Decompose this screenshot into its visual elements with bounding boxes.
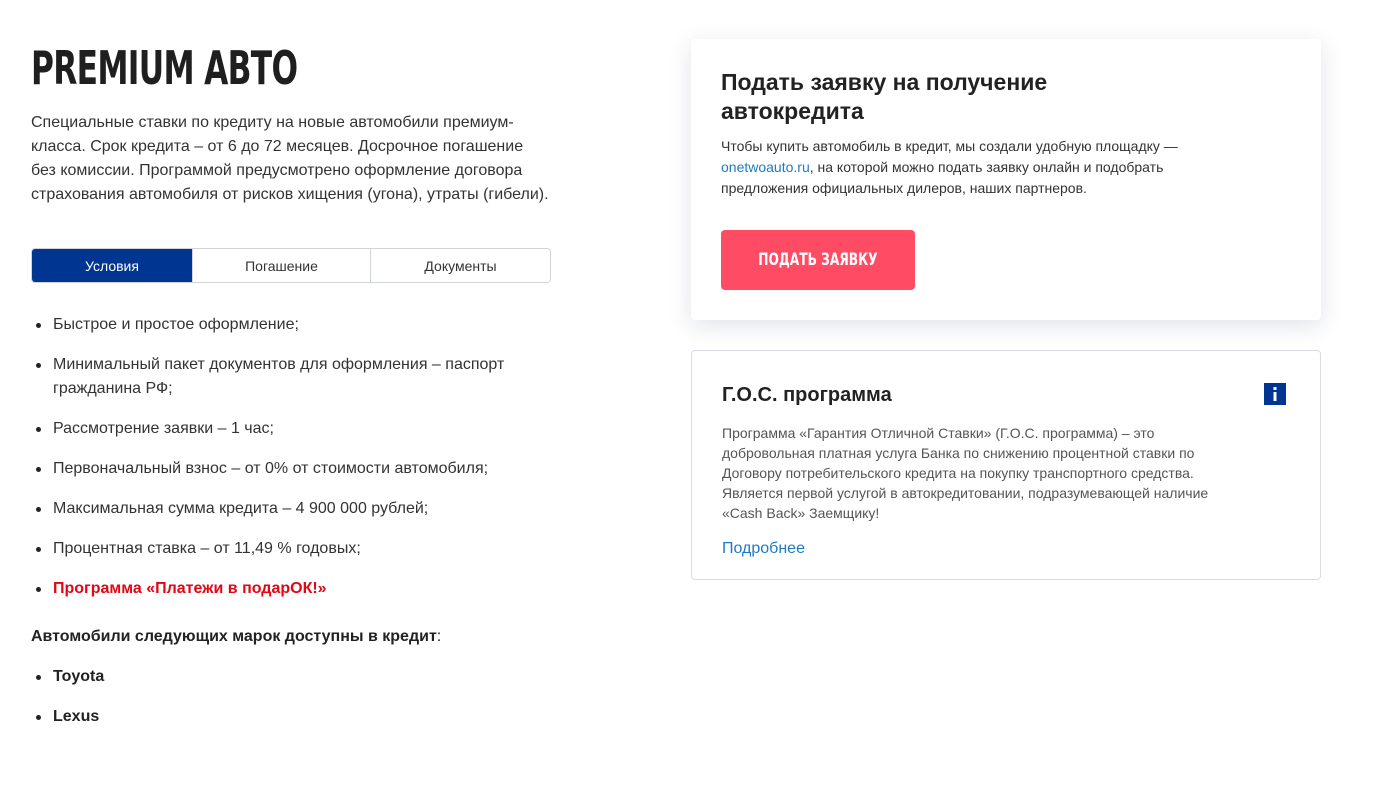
gos-card-title: Г.О.С. программа bbox=[722, 384, 892, 406]
list-item: Быстрое и простое оформление; bbox=[31, 313, 551, 337]
tab-conditions[interactable]: Условия bbox=[32, 249, 193, 282]
brands-heading: Автомобили следующих марок доступны в кр… bbox=[31, 625, 551, 649]
product-intro: Специальные ставки по кредиту на новые а… bbox=[31, 114, 549, 203]
info-icon[interactable] bbox=[1264, 383, 1286, 405]
info-icon-glyph bbox=[1273, 387, 1277, 401]
apply-text-before: Чтобы купить автомобиль в кредит, мы соз… bbox=[721, 138, 1178, 154]
list-item: Процентная ставка – от 11,49 % годовых; bbox=[31, 537, 551, 561]
apply-button[interactable]: ПОДАТЬ ЗАЯВКУ bbox=[721, 230, 915, 290]
list-item: Первоначальный взнос – от 0% от стоимост… bbox=[31, 457, 551, 481]
gos-card-description: Программа «Гарантия Отличной Ставки» (Г.… bbox=[722, 425, 1209, 521]
brand-item-toyota: Toyota bbox=[31, 665, 551, 689]
onetwoauto-link[interactable]: onetwoauto.ru bbox=[721, 159, 810, 175]
apply-card: Подать заявку на получение автокредита Ч… bbox=[691, 39, 1321, 320]
apply-button-label: ПОДАТЬ ЗАЯВКУ bbox=[758, 250, 878, 270]
more-link[interactable]: Подробнее bbox=[722, 538, 805, 560]
list-item: Рассмотрение заявки – 1 час; bbox=[31, 417, 551, 441]
list-item: Минимальный пакет документов для оформле… bbox=[31, 353, 551, 401]
tabs-bar: Условия Погашение Документы bbox=[31, 248, 551, 283]
gos-program-card: Г.О.С. программа Программа «Гарантия Отл… bbox=[691, 350, 1321, 580]
brand-item-lexus: Lexus bbox=[31, 705, 551, 729]
list-item: Максимальная сумма кредита – 4 900 000 р… bbox=[31, 497, 551, 521]
apply-card-description: Чтобы купить автомобиль в кредит, мы соз… bbox=[721, 136, 1191, 199]
tab-documents[interactable]: Документы bbox=[371, 249, 550, 282]
brands-heading-colon: : bbox=[436, 628, 442, 645]
promo-program-link[interactable]: Программа «Платежи в подарОК!» bbox=[31, 577, 551, 601]
conditions-list: Быстрое и простое оформление; Минимальны… bbox=[31, 313, 551, 601]
apply-card-title: Подать заявку на получение автокредита bbox=[721, 69, 1048, 124]
brands-heading-text: Автомобили следующих марок доступны в кр… bbox=[31, 628, 437, 645]
tab-repayment[interactable]: Погашение bbox=[193, 249, 371, 282]
product-info: PREMIUM АВТО Специальные ставки по креди… bbox=[31, 40, 551, 745]
page-title: PREMIUM АВТО bbox=[31, 41, 298, 95]
brands-list: Toyota Lexus bbox=[31, 665, 551, 729]
